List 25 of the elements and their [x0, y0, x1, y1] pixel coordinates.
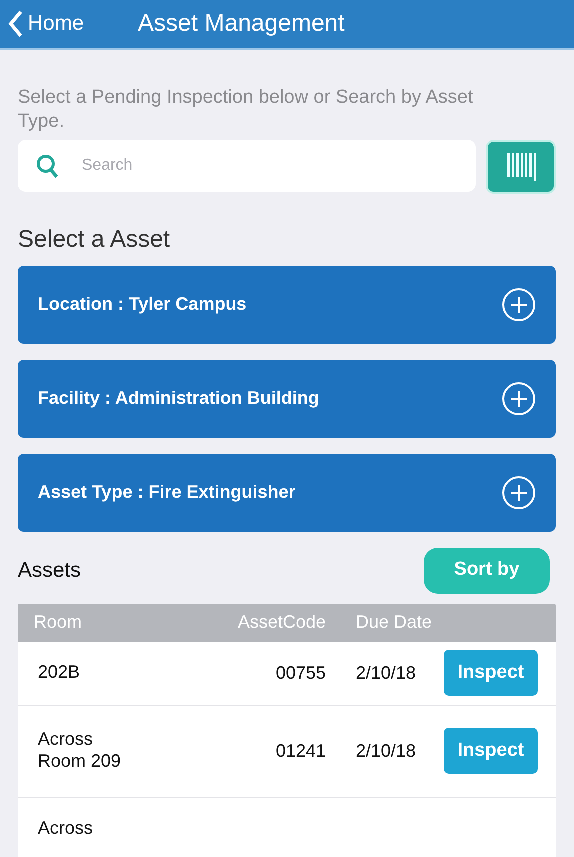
sort-button[interactable]: Sort by	[424, 548, 550, 594]
table-cell-text: Across Room 209	[38, 729, 122, 773]
assets-heading: Assets	[18, 558, 82, 584]
filter-bar[interactable]: Location : Tyler Campus	[18, 266, 556, 344]
inspect-button[interactable]: Inspect	[444, 728, 538, 774]
barcode-scan-button[interactable]	[486, 140, 556, 194]
column-header: Due Date	[355, 611, 434, 634]
table-cell-text: 202B	[38, 662, 82, 684]
table-cell-text: Across	[38, 818, 94, 840]
barcode-icon	[506, 152, 536, 180]
back-chevron-icon	[8, 10, 24, 38]
search-field[interactable]: Search	[18, 140, 476, 192]
table-cell-text: 2/10/18	[355, 740, 418, 762]
back-button[interactable]: Home	[8, 8, 84, 40]
column-header: AssetCode	[236, 611, 326, 634]
inspect-button[interactable]: Inspect	[444, 650, 538, 696]
filter-bar[interactable]: Facility : Administration Building	[18, 360, 556, 438]
instruction-text: Select a Pending Inspection below or Search by Asset Type.	[18, 86, 474, 134]
filter-bar[interactable]: Asset Type : Fire Extinguisher	[18, 454, 556, 532]
table-cell-text: 01241	[274, 740, 326, 762]
table-cell-text: 00755	[274, 662, 326, 684]
table-cell-text: 2/10/18	[355, 662, 418, 684]
column-header: Room	[34, 611, 84, 634]
section-heading: Select a Asset	[18, 224, 172, 254]
page-title: Asset Management	[138, 9, 345, 39]
